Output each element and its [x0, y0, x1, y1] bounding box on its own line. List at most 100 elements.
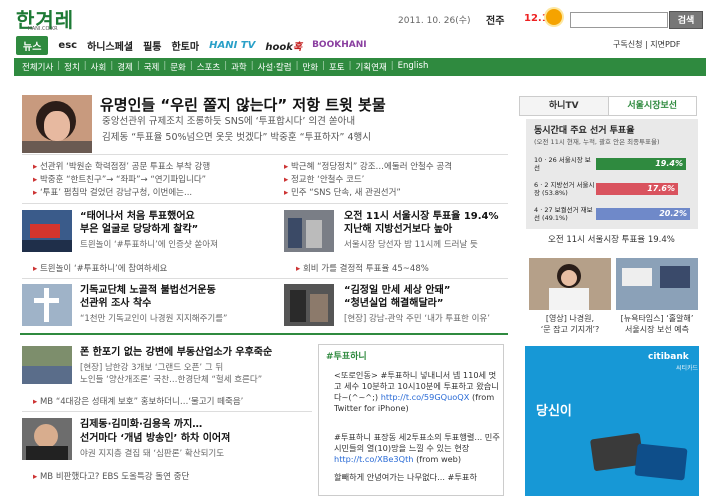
tweet-link[interactable]: http://t.co/59GQuoQX — [381, 392, 470, 402]
story-title[interactable]: “청년실업 해결해달라” — [344, 297, 443, 310]
related-link[interactable]: 박근혜 “정당정치” 강조…에둘러 안철수 공격 — [284, 160, 452, 172]
story-title[interactable]: “태어나서 처음 투표했어요 — [80, 210, 195, 223]
story-title[interactable]: 폰 한포기 없는 강변에 부동산업소가 우후죽순 — [80, 346, 272, 359]
section-sports[interactable]: 스포츠 — [197, 61, 220, 73]
subscribe-links[interactable]: 구독신청 | 지면PDF — [613, 39, 681, 50]
turnout-row: 6 · 2 지방선거 서울시장 (53.8%) 17.6% — [534, 180, 694, 198]
tweet-item[interactable]: #투표하니 표장동 세2투표소의 투표행렬... 민주시민들의 열(10)망을 … — [334, 432, 500, 465]
nav-piltong[interactable]: 필통 — [143, 38, 161, 53]
ad-headline: 당신이 — [536, 404, 572, 419]
section-world[interactable]: 국제 — [144, 61, 160, 73]
related-link[interactable]: MB “4대강은 성태계 보호” 홍보하더니…‘물고기 떼죽음’ — [33, 395, 243, 407]
photo-caption[interactable]: [영상] 나경원, ‘문 잡고 기지개’? — [526, 313, 614, 335]
section-photo[interactable]: 포토 — [329, 61, 345, 73]
section-nav: 전체기사 | 정치 | 사회 | 경제 | 국제 | 문화 | 스포츠 | 과학 | 사설·칼럼… — [22, 61, 429, 73]
turnout-bar: 17.6% — [596, 183, 678, 195]
section-society[interactable]: 사회 — [91, 61, 107, 73]
related-link[interactable]: 정교한 ‘안철수 코드’ — [284, 173, 364, 185]
section-divider — [20, 333, 508, 335]
church-photo[interactable] — [22, 284, 72, 326]
story-summary[interactable]: [현장] 남한강 3개보 ‘그랜드 오픈’ 그 뒤 — [80, 361, 223, 373]
story-summary[interactable]: 노인들 ‘양산개조론’ 국찬…한경단체 “헐세 흐른다” — [80, 373, 262, 385]
section-all[interactable]: 전체기사 — [22, 61, 53, 73]
turnout-label: 6 · 2 지방선거 서울시장 (53.8%) — [534, 181, 595, 197]
section-economy[interactable]: 경제 — [117, 61, 133, 73]
date-label: 2011. 10. 26(수) — [398, 16, 471, 26]
story-photo[interactable] — [22, 210, 72, 252]
story-title[interactable]: “김정일 만세 세상 안돼” — [344, 284, 450, 297]
section-opinion[interactable]: 사설·칼럼 — [258, 61, 292, 73]
headline-sub1[interactable]: 중앙선관위 규제조치 조롱하듯 SNS에 ‘투표합시다’ 의견 쏟아내 — [102, 115, 432, 129]
turnout-caption[interactable]: 오전 11시 서울시장 투표율 19.4% — [548, 233, 675, 245]
tweet-item[interactable]: <또로인동> #투표하니 넣내니서 넴 110세 멋고 세수 10분하고 10시… — [334, 370, 500, 414]
nav-hantoma[interactable]: 한토마 — [171, 38, 199, 53]
story-title[interactable]: 오전 11시 서울시장 투표율 19.4% — [344, 210, 499, 223]
photo-caption[interactable]: [뉴욕타임스] ‘홀알해’ 서울시장 보선 예측 — [613, 313, 701, 335]
story-summary[interactable]: 트윈놀이 ‘#투표하니’에 인증샷 쏟아져 — [80, 238, 218, 250]
story-photo[interactable] — [22, 418, 72, 460]
hook-label: hook — [265, 41, 293, 53]
nav-bookhani[interactable]: BOOKHANI — [312, 40, 367, 50]
section-series[interactable]: 기획연재 — [355, 61, 386, 73]
citibank-logo: citibank — [648, 352, 689, 362]
headline-title[interactable]: 유명인들 “우린 쫄지 않는다” 저항 트윗 봇물 — [100, 94, 386, 115]
story-title[interactable]: 부은 얼굴로 당당하게 찰칵” — [80, 223, 198, 236]
headline-sub2[interactable]: 김제동 “투표율 50%넘으면 옷웃 벗겠다” 박중훈 “투표하자” 4행시 — [102, 131, 432, 145]
divider — [22, 278, 508, 279]
story-summary[interactable]: 서울시장 당선자 밤 11시께 드러날 듯 — [344, 238, 478, 250]
related-link[interactable]: 박중훈 “한트친구”→ “좌파”→ “연기파입니다” — [33, 173, 206, 185]
photo-caption-line: ‘문 잡고 기지개’? — [540, 325, 600, 334]
story-summary[interactable]: 야권 지지층 결집 돼 ‘심판론’ 확산되기도 — [80, 447, 224, 459]
story-summary[interactable]: “1천만 기독교인이 나경원 지지해주기를” — [80, 312, 227, 324]
section-english[interactable]: English — [398, 61, 429, 73]
section-politics[interactable]: 정치 — [64, 61, 80, 73]
nyt-photo[interactable] — [616, 258, 698, 310]
tweet-source: (from web) — [416, 454, 462, 464]
nav-hanispecial[interactable]: 하니스페셜 — [87, 38, 133, 53]
section-science[interactable]: 과학 — [231, 61, 247, 73]
turnout-bar: 20.2% — [596, 208, 690, 220]
related-link[interactable]: MB 비판했다고? EBS 도올특강 돌연 중단 — [33, 470, 189, 482]
hashtag-title[interactable]: #투표하니 — [326, 349, 367, 362]
section-culture[interactable]: 문화 — [170, 61, 186, 73]
story-title[interactable]: 지난해 지방선거보다 높아 — [344, 223, 452, 236]
divider — [22, 203, 508, 204]
tweet-link[interactable]: http://t.co/XBe3Qth — [334, 454, 413, 464]
related-link[interactable]: 선관위 ‘박원순 학력점정’ 공문 투표소 부착 강행 — [33, 160, 210, 172]
story-title[interactable]: 선관위 조사 착수 — [80, 297, 151, 310]
search-input[interactable] — [570, 12, 668, 28]
related-link[interactable]: ‘투표’ 펌침막 걸었던 강남구청, 이번에는... — [33, 186, 192, 198]
river-photo[interactable] — [22, 346, 72, 384]
headline-photo[interactable] — [22, 95, 92, 153]
photo-caption-line: [뉴욕타임스] ‘홀알해’ — [620, 314, 694, 323]
story-summary[interactable]: [현장] 강남-관악 주민 ‘내가 투표한 이유’ — [344, 312, 490, 324]
story-title[interactable]: 김제동·김미화·김용옥 까지… — [80, 418, 202, 431]
turnout-bar: 19.4% — [596, 158, 686, 170]
related-link[interactable]: 회비 가를 결정적 투표율 45~48% — [296, 262, 429, 274]
turnout-label: 10 · 26 서울시장 보선 — [534, 156, 591, 172]
sun-icon — [546, 9, 562, 25]
section-cartoon[interactable]: 만화 — [302, 61, 318, 73]
nav-hanitv[interactable]: HANI TV — [209, 40, 255, 51]
weather-city[interactable]: 전주 — [486, 12, 504, 27]
story-title[interactable]: 선거마다 ‘개념 방송인’ 하차 이어져 — [80, 432, 230, 445]
story-photo[interactable] — [284, 284, 334, 326]
nav-hook[interactable]: hook훅 — [265, 38, 302, 53]
nav-esc[interactable]: esc — [58, 40, 77, 51]
video-photo[interactable] — [529, 258, 611, 310]
main-nav: 뉴스 esc 하니스페셜 필통 한토마 HANI TV hook훅 BOOKHA… — [16, 35, 377, 55]
tweet-item[interactable]: 할빼하게 안녕여가는 나무없다... #투표하 — [334, 472, 500, 494]
turnout-row: 4 · 27 보궐선거 재보선 (49.1%) 20.2% — [534, 205, 694, 223]
related-link[interactable]: 트윈놀이 ‘#투표하니’에 참여하세요 — [33, 262, 167, 274]
tab-hanitv[interactable]: 하니TV — [520, 97, 608, 115]
related-link[interactable]: 민주 “SNS 단속, 새 관권선거” — [284, 186, 401, 198]
search-button[interactable]: 검색 — [669, 11, 703, 29]
site-logo-subtitle: HANI.CO.KR — [28, 26, 58, 32]
story-title[interactable]: 기독교단체 노골적 불법선거운동 — [80, 284, 216, 297]
tweet-text: #투표하니 표장동 세2투표소의 투표행렬... 민주시민들의 열(10)망을 … — [334, 432, 500, 453]
nav-news[interactable]: 뉴스 — [16, 35, 49, 55]
story-photo[interactable] — [284, 210, 334, 252]
tab-seoul-election[interactable]: 서울시장보선 — [607, 97, 696, 115]
citibank-card-label: 씨티카드 — [676, 365, 699, 372]
turnout-title: 동시간대 주요 선거 투표율 — [534, 126, 635, 136]
